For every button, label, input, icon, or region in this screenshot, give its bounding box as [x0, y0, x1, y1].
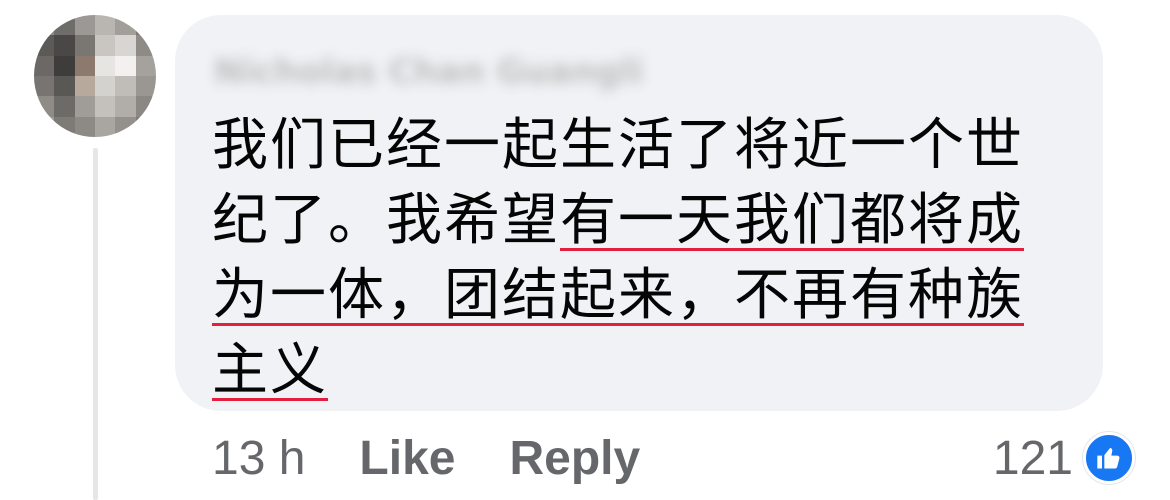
avatar-pixel	[95, 55, 116, 76]
avatar-pixel	[135, 15, 156, 36]
comment-text: 我们已经一起生活了将近一个世 纪了。我希望有一天我们都将成 为一体，团结起来，不…	[212, 108, 1082, 408]
comment-text-plain: 纪了。我希望	[212, 188, 560, 253]
avatar-pixel	[74, 35, 95, 56]
comment-view: Nicholas Chan Guangli 我们已经一起生活了将近一个世 纪了。…	[0, 0, 1170, 500]
avatar-pixel	[115, 76, 136, 97]
thread-line	[93, 148, 98, 500]
avatar-pixel	[95, 76, 116, 97]
avatar-pixel	[34, 35, 55, 56]
avatar-pixel	[135, 76, 156, 97]
avatar-pixel	[34, 76, 55, 97]
comment-line: 纪了。我希望有一天我们都将成	[212, 183, 1082, 258]
comment-text-underlined: 主义	[212, 338, 328, 403]
avatar-pixel	[54, 116, 75, 137]
avatar-pixel	[95, 35, 116, 56]
avatar-pixel	[115, 15, 136, 36]
avatar-pixel	[135, 96, 156, 117]
avatar-pixel	[34, 116, 55, 137]
avatar-pixel	[74, 15, 95, 36]
avatar-pixel	[54, 76, 75, 97]
avatar-pixel	[115, 35, 136, 56]
comment-line: 我们已经一起生活了将近一个世	[212, 108, 1082, 183]
avatar-pixel	[74, 116, 95, 137]
author-name[interactable]: Nicholas Chan Guangli	[214, 52, 644, 92]
avatar-pixel	[74, 55, 95, 76]
avatar-pixel	[135, 35, 156, 56]
like-button[interactable]: Like	[359, 431, 455, 486]
comment-text-underlined: 有一天我们都将成	[560, 188, 1024, 253]
avatar-pixel	[95, 96, 116, 117]
avatar-pixel	[135, 116, 156, 137]
avatar-pixel	[135, 55, 156, 76]
avatar-pixel	[34, 55, 55, 76]
avatar-pixel	[54, 35, 75, 56]
avatar-pixel	[95, 116, 116, 137]
avatar-pixel	[74, 76, 95, 97]
reaction-count[interactable]: 121	[993, 431, 1073, 486]
avatar-pixel	[115, 96, 136, 117]
reactions[interactable]: 121	[993, 428, 1135, 488]
avatar-pixel	[34, 96, 55, 117]
timestamp[interactable]: 13 h	[212, 431, 305, 486]
avatar-pixel	[115, 55, 136, 76]
author-name-blurred[interactable]: Nicholas Chan Guangli	[214, 47, 764, 97]
comment-text-underlined: 为一体，团结起来，不再有种族	[212, 263, 1024, 328]
avatar-pixel	[115, 116, 136, 137]
reply-button[interactable]: Reply	[509, 431, 640, 486]
avatar[interactable]	[34, 15, 156, 137]
thumbs-up-glyph	[1097, 447, 1120, 469]
avatar-pixel	[74, 96, 95, 117]
comment-line: 主义	[212, 333, 1082, 408]
comment-text-plain: 我们已经一起生活了将近一个世	[212, 113, 1024, 178]
avatar-pixel	[54, 96, 75, 117]
avatar-pixel	[54, 15, 75, 36]
avatar-pixel	[95, 15, 116, 36]
comment-line: 为一体，团结起来，不再有种族	[212, 258, 1082, 333]
avatar-pixel	[34, 15, 55, 36]
thumbs-up-icon	[1083, 432, 1135, 484]
comment-footer: 13 h Like Reply	[212, 428, 694, 488]
avatar-pixel	[54, 55, 75, 76]
